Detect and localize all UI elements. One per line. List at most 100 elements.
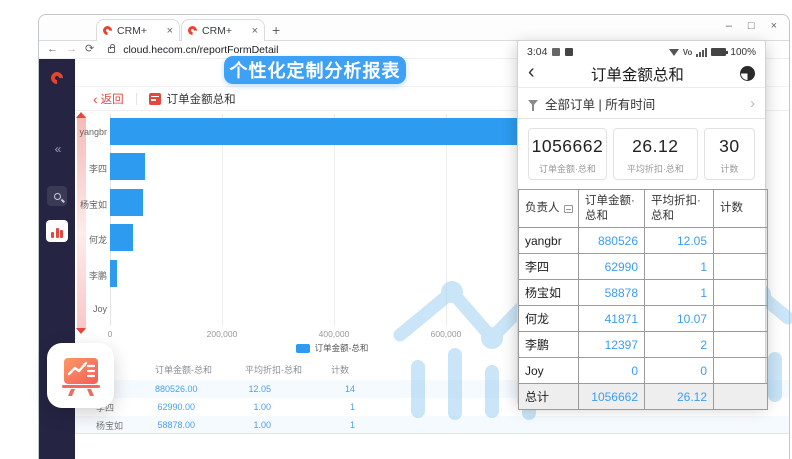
forward-arrow-icon[interactable]: →: [66, 44, 77, 55]
amount-cell: 1056662: [579, 384, 645, 410]
count-cell: [714, 280, 768, 306]
window-close-icon[interactable]: ×: [771, 20, 777, 32]
report-name-badge: 个性化定制分析报表: [224, 56, 406, 84]
tab-close-icon[interactable]: ×: [167, 25, 173, 37]
filter-label: 全部订单 | 所有时间: [545, 94, 655, 113]
column-header: 平均折扣-总和: [245, 363, 331, 376]
category-label: Joy: [75, 304, 107, 314]
collapse-sidebar-icon[interactable]: «: [55, 142, 60, 156]
x-tick-label: 400,000: [304, 329, 364, 339]
app-icon: [565, 48, 573, 56]
phone-filter-row[interactable]: 全部订单 | 所有时间 ›: [518, 88, 765, 119]
table-row[interactable]: 何龙4187110.07: [519, 306, 768, 332]
url-text[interactable]: cloud.hecom.cn/reportFormDetail: [123, 44, 278, 56]
owner-cell: 杨宝如: [519, 280, 579, 306]
lock-icon: [108, 47, 115, 53]
new-tab-button[interactable]: +: [272, 22, 280, 38]
bar-何龙[interactable]: [110, 224, 133, 251]
presentation-board-icon: [58, 354, 104, 398]
stat-card-discount: 26.12 平均折扣·总和: [613, 128, 698, 180]
discount-cell: 10.07: [645, 306, 714, 332]
phone-stat-cards: 1056662 订单金额·总和 26.12 平均折扣·总和 30 计数: [518, 119, 765, 186]
discount-cell: 1.00: [245, 420, 331, 430]
stat-card-count: 30 计数: [704, 128, 755, 180]
discount-cell: 1: [645, 280, 714, 306]
stat-value: 1056662: [529, 136, 606, 157]
filter-funnel-icon: [528, 100, 538, 106]
amount-cell: 62990.00: [155, 402, 245, 412]
pie-chart-icon[interactable]: [740, 66, 755, 81]
owner-cell: 杨宝如: [75, 419, 155, 432]
count-cell: [714, 358, 768, 384]
volte-icon: Vo: [683, 48, 693, 57]
total-row[interactable]: 总计105666226.12: [519, 384, 768, 410]
amount-cell: 41871: [579, 306, 645, 332]
amount-cell: 0: [579, 358, 645, 384]
search-icon: [54, 193, 61, 200]
browser-tab-2[interactable]: CRM+ ×: [181, 19, 265, 41]
count-cell: [714, 332, 768, 358]
stat-label: 订单金额·总和: [529, 162, 606, 175]
bar-李鹏[interactable]: [110, 260, 117, 287]
category-label: 何龙: [75, 233, 107, 246]
back-arrow-icon[interactable]: ←: [47, 44, 58, 55]
table-row[interactable]: 杨宝如58878.001.001: [75, 416, 789, 434]
bar-杨宝如[interactable]: [110, 189, 143, 216]
screenshot-stage: CRM+ × CRM+ × + – □ × ← → ⟳ cloud.hecom.…: [0, 0, 792, 459]
table-row[interactable]: yangbr88052612.05: [519, 228, 768, 254]
stat-label: 平均折扣·总和: [614, 162, 697, 175]
phone-nav-bar: ‹ 订单金额总和: [518, 60, 765, 88]
phone-data-table: 负责人订单金额·总和平均折扣·总和计数yangbr88052612.05李四62…: [518, 189, 768, 410]
phone-back-icon[interactable]: ‹: [528, 62, 535, 82]
count-cell: 1: [331, 420, 421, 430]
crm-favicon-icon: [101, 24, 114, 37]
amount-cell: 58878.00: [155, 420, 245, 430]
battery-icon: [711, 48, 726, 56]
browser-tab-1[interactable]: CRM+ ×: [96, 19, 180, 41]
table-row[interactable]: 杨宝如588781: [519, 280, 768, 306]
amount-cell: 880526: [579, 228, 645, 254]
chart-legend[interactable]: 订单金额-总和: [75, 342, 589, 354]
back-label: 返回: [101, 91, 124, 107]
bar-李四[interactable]: [110, 153, 145, 180]
column-header: 订单金额·总和: [579, 190, 645, 228]
report-title: 订单金额总和: [167, 91, 236, 107]
window-controls: – □ ×: [726, 20, 777, 32]
x-tick-label: 200,000: [192, 329, 252, 339]
table-row[interactable]: 李四629901: [519, 254, 768, 280]
wifi-icon: [669, 49, 679, 56]
group-icon: [564, 205, 573, 213]
status-time: 3:04: [527, 46, 547, 58]
tab-close-icon[interactable]: ×: [252, 25, 258, 37]
reload-icon[interactable]: ⟳: [85, 44, 94, 55]
category-label: 李鹏: [75, 269, 107, 282]
maximize-icon[interactable]: □: [748, 20, 755, 32]
legend-label: 订单金额-总和: [315, 342, 369, 354]
report-float-button[interactable]: [47, 343, 114, 408]
column-header: 订单金额-总和: [155, 363, 245, 376]
crm-logo-icon: [49, 70, 66, 87]
table-row[interactable]: 李鹏123972: [519, 332, 768, 358]
chevron-right-icon: ›: [750, 95, 755, 112]
column-header: 计数: [714, 190, 768, 228]
sidebar-item-report[interactable]: [46, 220, 68, 242]
discount-cell: 1.00: [245, 402, 331, 412]
table-bottom-border: [75, 433, 789, 434]
x-tick-label: 600,000: [416, 329, 476, 339]
back-link[interactable]: ‹ 返回: [93, 91, 124, 107]
table-row[interactable]: Joy00: [519, 358, 768, 384]
phone-status-bar: 3:04 Vo 100%: [518, 41, 765, 60]
discount-cell: 2: [645, 332, 714, 358]
discount-cell: 0: [645, 358, 714, 384]
amount-cell: 880526.00: [155, 384, 245, 394]
phone-preview-panel: 3:04 Vo 100% ‹ 订单金额总和 全部订单 | 所有时间 ›: [517, 40, 766, 404]
discount-cell: 1: [645, 254, 714, 280]
back-chevron-icon: ‹: [93, 92, 98, 106]
count-cell: [714, 228, 768, 254]
owner-cell: yangbr: [519, 228, 579, 254]
header-label: 负责人: [525, 201, 560, 215]
stat-card-amount: 1056662 订单金额·总和: [528, 128, 607, 180]
sidebar-search-button[interactable]: [47, 186, 67, 206]
discount-cell: 12.05: [645, 228, 714, 254]
minimize-icon[interactable]: –: [726, 20, 732, 32]
